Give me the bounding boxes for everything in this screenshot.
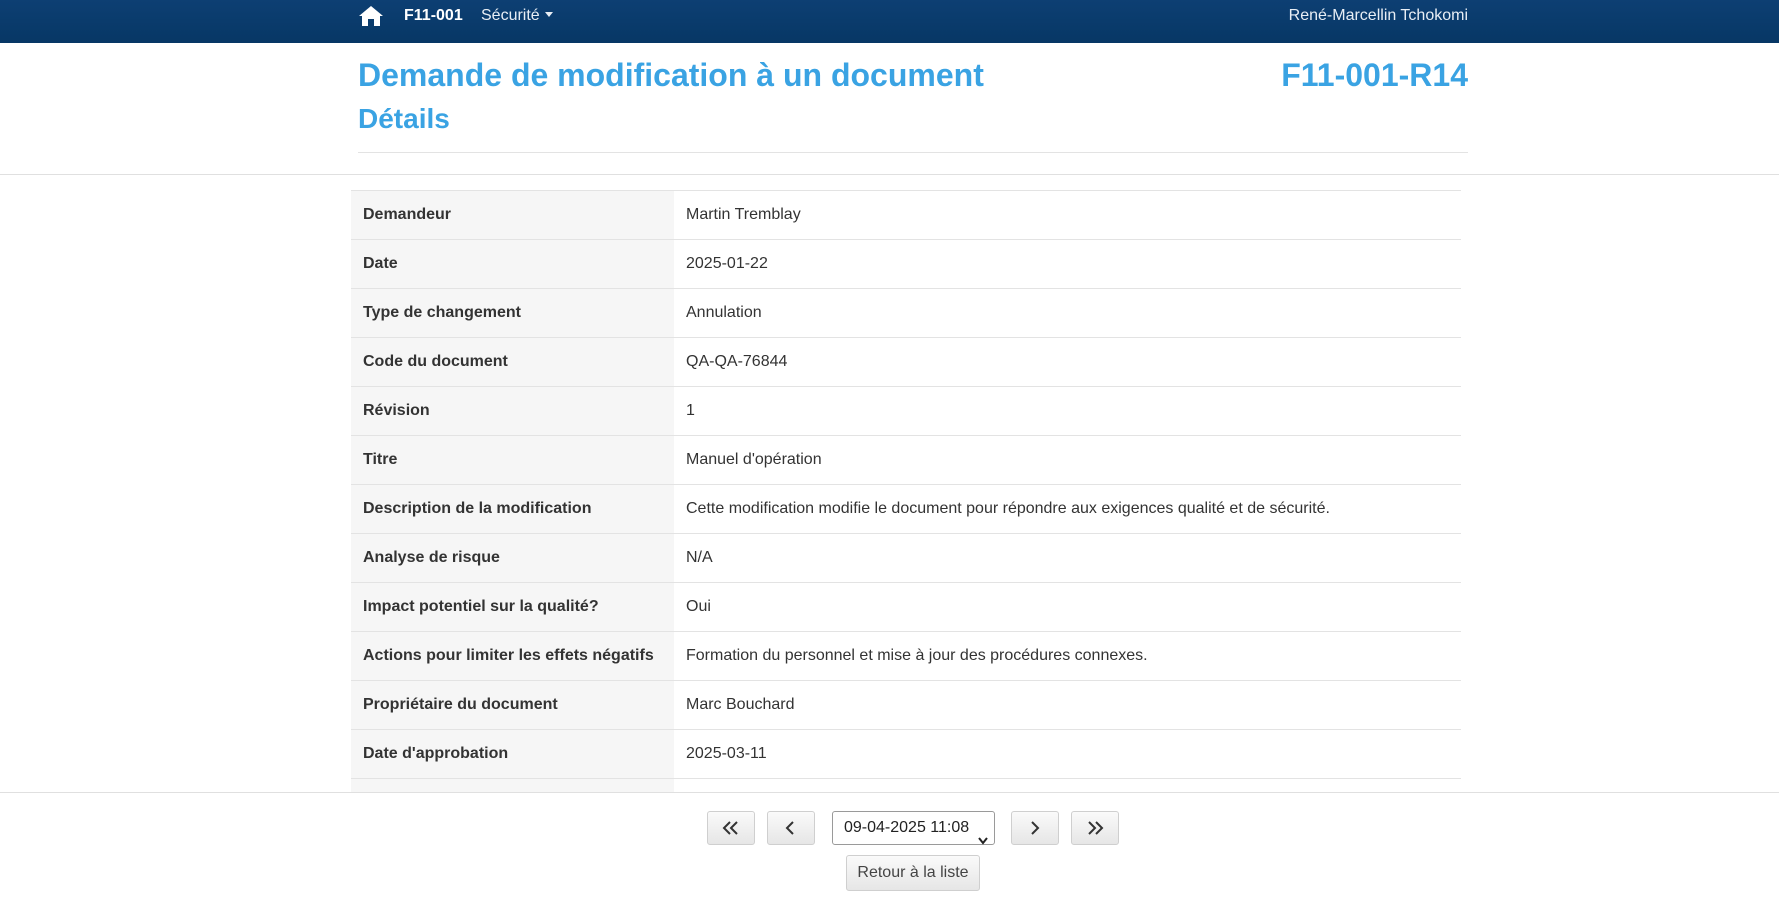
version-select-value: 09-04-2025 11:08 — [844, 819, 970, 836]
table-row: Titre Manuel d'opération — [351, 435, 1461, 485]
table-row: Date d'approbation 2025-03-11 — [351, 729, 1461, 779]
table-row: Analyse de risque N/A — [351, 533, 1461, 583]
navbar-inner: F11-001 Sécurité René-Marcellin Tchokomi — [358, 0, 1468, 43]
table-row: Propriétaire du document Marc Bouchard — [351, 680, 1461, 730]
row-value: Manuel d'opération — [674, 435, 1461, 485]
row-value: QA-QA-76844 — [674, 337, 1461, 387]
table-row: Code du document QA-QA-76844 — [351, 337, 1461, 387]
back-to-list-button[interactable]: Retour à la liste — [846, 855, 980, 891]
row-label: Description de la modification — [351, 484, 674, 534]
previous-page-button[interactable] — [767, 811, 815, 845]
row-label: Demandeur — [351, 190, 674, 240]
table-row: Révision 1 — [351, 386, 1461, 436]
row-value: 2025-01-22 — [674, 239, 1461, 289]
row-value — [674, 778, 1461, 792]
row-value: 2025-03-11 — [674, 729, 1461, 779]
chevron-down-icon — [978, 825, 988, 857]
row-label: Date d'approbation — [351, 729, 674, 779]
page-subtitle: Détails — [358, 103, 450, 134]
row-label: Titre — [351, 435, 674, 485]
version-select[interactable]: 09-04-2025 11:08 — [832, 811, 995, 845]
first-page-button[interactable] — [707, 811, 755, 845]
top-navbar: F11-001 Sécurité René-Marcellin Tchokomi — [0, 0, 1779, 43]
table-row: Description de la modification Cette modi… — [351, 484, 1461, 534]
security-menu[interactable]: Sécurité — [481, 7, 553, 25]
home-icon[interactable] — [358, 4, 384, 28]
next-page-button[interactable] — [1011, 811, 1059, 845]
page-title: Demande de modification à un document — [358, 57, 984, 93]
security-menu-label: Sécurité — [481, 7, 540, 24]
details-table-container: Demandeur Martin Tremblay Date 2025-01-22 … — [351, 190, 1461, 792]
table-row: Type de changement Annulation — [351, 288, 1461, 338]
table-row — [351, 778, 1461, 792]
row-value: Annulation — [674, 288, 1461, 338]
row-value: 1 — [674, 386, 1461, 436]
row-label — [351, 778, 674, 792]
row-label: Propriétaire du document — [351, 680, 674, 730]
caret-down-icon — [544, 12, 553, 17]
table-row: Demandeur Martin Tremblay — [351, 190, 1461, 240]
row-value: Marc Bouchard — [674, 680, 1461, 730]
row-label: Impact potentiel sur la qualité? — [351, 582, 674, 632]
row-value: Martin Tremblay — [674, 190, 1461, 240]
table-row: Actions pour limiter les effets négatifs… — [351, 631, 1461, 681]
last-page-button[interactable] — [1071, 811, 1119, 845]
row-value: Oui — [674, 582, 1461, 632]
row-label: Révision — [351, 386, 674, 436]
header-divider — [0, 174, 1779, 175]
user-name[interactable]: René-Marcellin Tchokomi — [1289, 7, 1468, 25]
row-value: Formation du personnel et mise à jour de… — [674, 631, 1461, 681]
form-code: F11-001-R14 — [1281, 57, 1468, 93]
row-label: Code du document — [351, 337, 674, 387]
pager-footer: 09-04-2025 11:08 Retour à la liste — [0, 792, 1779, 907]
brand-link[interactable]: F11-001 — [404, 7, 463, 25]
row-label: Type de changement — [351, 288, 674, 338]
row-label: Actions pour limiter les effets négatifs — [351, 631, 674, 681]
row-value: N/A — [674, 533, 1461, 583]
page-header: Demande de modification à un document Dé… — [358, 43, 1468, 153]
table-row: Impact potentiel sur la qualité? Oui — [351, 582, 1461, 632]
details-table: Demandeur Martin Tremblay Date 2025-01-22 … — [351, 190, 1461, 792]
table-row: Date 2025-01-22 — [351, 239, 1461, 289]
row-label: Analyse de risque — [351, 533, 674, 583]
row-value: Cette modification modifie le document p… — [674, 484, 1461, 534]
row-label: Date — [351, 239, 674, 289]
